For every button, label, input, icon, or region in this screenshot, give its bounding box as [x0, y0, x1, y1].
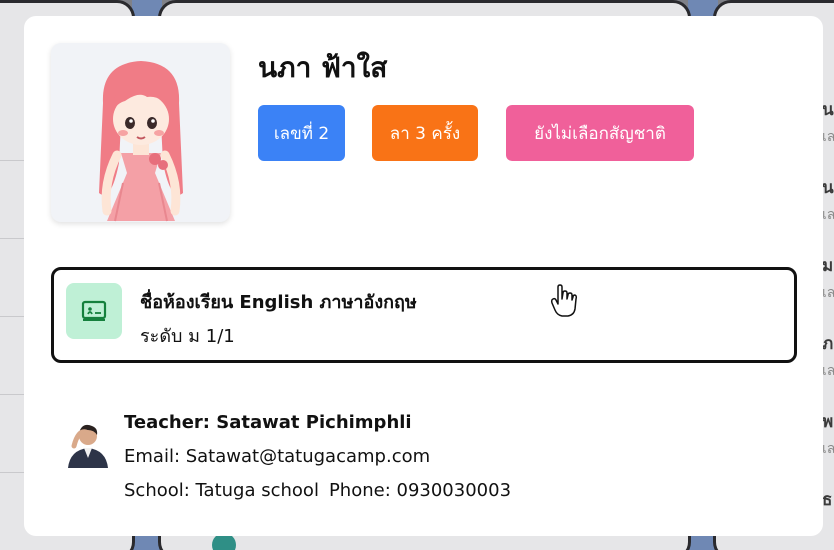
teacher-school-phone: School: Tatuga school Phone: 0930030003 [124, 480, 511, 501]
background-row-initial: น [822, 100, 834, 120]
background-row-sub: เล [822, 441, 834, 457]
leave-count-badge: ลา 3 ครั้ง [372, 105, 478, 161]
teacher-name: Teacher: Satawat Pichimphli [124, 412, 412, 433]
student-detail-modal: นภา ฟ้าใส เลขที่ 2 ลา 3 ครั้ง ยังไม่เลือ… [24, 16, 823, 536]
background-row-sub: เล [822, 129, 834, 145]
classroom-name: ชื่อห้องเรียน English ภาษาอังกฤษ [140, 292, 417, 313]
background-divider [0, 316, 24, 317]
hand-pointer-cursor-icon [550, 284, 578, 317]
student-avatar [51, 43, 230, 222]
background-divider [0, 394, 24, 395]
background-row-initial: พ [822, 412, 834, 432]
student-name: นภา ฟ้าใส [258, 51, 388, 84]
background-divider [0, 160, 24, 161]
background-row-initial: ธ [822, 490, 833, 510]
background-divider [0, 472, 24, 473]
teacher-photo-icon [68, 424, 108, 468]
classroom-icon [66, 283, 122, 339]
background-divider [0, 238, 24, 239]
background-row-initial: ภ [822, 334, 834, 354]
classroom-level: ระดับ ม 1/1 [140, 326, 235, 347]
background-row-initial: น [822, 178, 834, 198]
background-row-initial: ม [822, 256, 834, 276]
student-number-badge: เลขที่ 2 [258, 105, 345, 161]
background-row-sub: เล [822, 285, 834, 301]
teacher-email: Email: Satawat@tatugacamp.com [124, 446, 431, 467]
girl-avatar-icon [99, 61, 183, 222]
nationality-badge: ยังไม่เลือกสัญชาติ [506, 105, 694, 161]
classroom-card[interactable]: ชื่อห้องเรียน English ภาษาอังกฤษ ระดับ ม… [51, 267, 797, 363]
teacher-phone: Phone: 0930030003 [328, 480, 512, 501]
background-row-sub: เล [822, 207, 834, 223]
background-row-sub: เล [822, 363, 834, 379]
teacher-school: School: Tatuga school [124, 480, 319, 501]
